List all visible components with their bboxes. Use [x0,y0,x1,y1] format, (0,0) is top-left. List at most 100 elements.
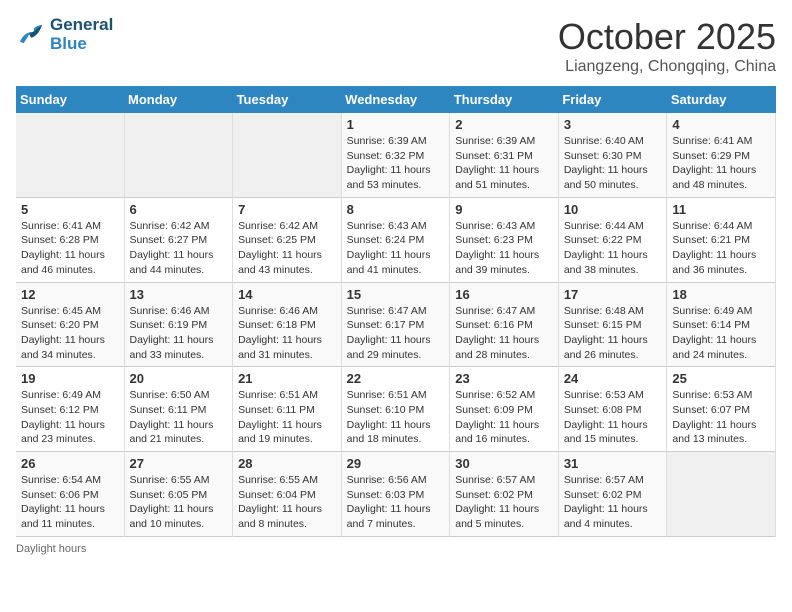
day-number: 31 [564,456,662,471]
calendar-cell: 25Sunrise: 6:53 AMSunset: 6:07 PMDayligh… [667,367,776,452]
day-number: 28 [238,456,336,471]
day-info: Sunrise: 6:53 AMSunset: 6:07 PMDaylight:… [672,388,770,447]
day-info: Sunrise: 6:54 AMSunset: 6:06 PMDaylight:… [21,473,119,532]
calendar-cell: 16Sunrise: 6:47 AMSunset: 6:16 PMDayligh… [450,282,559,367]
header-day-friday: Friday [558,86,667,113]
day-info: Sunrise: 6:51 AMSunset: 6:10 PMDaylight:… [347,388,445,447]
calendar-cell [667,452,776,537]
logo-icon [16,23,46,47]
day-number: 11 [672,202,770,217]
calendar-cell: 5Sunrise: 6:41 AMSunset: 6:28 PMDaylight… [16,197,124,282]
day-number: 19 [21,371,119,386]
day-number: 6 [130,202,228,217]
header-day-wednesday: Wednesday [341,86,450,113]
day-number: 2 [455,117,553,132]
day-info: Sunrise: 6:49 AMSunset: 6:14 PMDaylight:… [672,304,770,363]
day-info: Sunrise: 6:56 AMSunset: 6:03 PMDaylight:… [347,473,445,532]
calendar-cell: 17Sunrise: 6:48 AMSunset: 6:15 PMDayligh… [558,282,667,367]
day-number: 18 [672,287,770,302]
daylight-label: Daylight hours [16,543,86,555]
day-number: 8 [347,202,445,217]
logo-text: General Blue [50,16,113,53]
day-number: 12 [21,287,119,302]
calendar-cell: 29Sunrise: 6:56 AMSunset: 6:03 PMDayligh… [341,452,450,537]
day-number: 3 [564,117,662,132]
week-row-5: 26 Sunrise: 6:54 AMSunset: 6:06 PMDayligh… [16,452,776,537]
calendar-cell: 13 Sunrise: 6:46 AMSunset: 6:19 PMDayligh… [124,282,233,367]
calendar-cell: 4 Sunrise: 6:41 AMSunset: 6:29 PMDaylight… [667,113,776,197]
calendar-cell: 18 Sunrise: 6:49 AMSunset: 6:14 PMDayligh… [667,282,776,367]
calendar-cell: 12 Sunrise: 6:45 AMSunset: 6:20 PMDayligh… [16,282,124,367]
header-day-thursday: Thursday [450,86,559,113]
header-row: SundayMondayTuesdayWednesdayThursdayFrid… [16,86,776,113]
footer: Daylight hours [16,543,776,555]
calendar-cell: 26 Sunrise: 6:54 AMSunset: 6:06 PMDayligh… [16,452,124,537]
header-day-sunday: Sunday [16,86,124,113]
calendar-cell: 22 Sunrise: 6:51 AMSunset: 6:10 PMDayligh… [341,367,450,452]
calendar-cell: 7 Sunrise: 6:42 AMSunset: 6:25 PMDaylight… [233,197,342,282]
day-info: Sunrise: 6:55 AMSunset: 6:05 PMDaylight:… [130,473,228,532]
day-info: Sunrise: 6:39 AMSunset: 6:32 PMDaylight:… [347,134,445,193]
calendar-cell: 3 Sunrise: 6:40 AMSunset: 6:30 PMDaylight… [558,113,667,197]
header-day-monday: Monday [124,86,233,113]
day-number: 7 [238,202,336,217]
day-info: Sunrise: 6:42 AMSunset: 6:25 PMDaylight:… [238,219,336,278]
calendar-table: SundayMondayTuesdayWednesdayThursdayFrid… [16,86,776,537]
calendar-cell: 19Sunrise: 6:49 AMSunset: 6:12 PMDayligh… [16,367,124,452]
day-info: Sunrise: 6:40 AMSunset: 6:30 PMDaylight:… [564,134,662,193]
day-info: Sunrise: 6:43 AMSunset: 6:24 PMDaylight:… [347,219,445,278]
day-number: 14 [238,287,336,302]
logo: General Blue [16,16,113,53]
day-number: 30 [455,456,553,471]
day-info: Sunrise: 6:51 AMSunset: 6:11 PMDaylight:… [238,388,336,447]
calendar-cell: 14 Sunrise: 6:46 AMSunset: 6:18 PMDayligh… [233,282,342,367]
day-info: Sunrise: 6:53 AMSunset: 6:08 PMDaylight:… [564,388,662,447]
calendar-cell: 24 Sunrise: 6:53 AMSunset: 6:08 PMDayligh… [558,367,667,452]
calendar-cell: 9Sunrise: 6:43 AMSunset: 6:23 PMDaylight… [450,197,559,282]
calendar-cell: 31 Sunrise: 6:57 AMSunset: 6:02 PMDayligh… [558,452,667,537]
day-info: Sunrise: 6:57 AMSunset: 6:02 PMDaylight:… [455,473,553,532]
day-number: 13 [130,287,228,302]
day-number: 22 [347,371,445,386]
calendar-cell: 10Sunrise: 6:44 AMSunset: 6:22 PMDayligh… [558,197,667,282]
calendar-cell [16,113,124,197]
day-number: 23 [455,371,553,386]
day-info: Sunrise: 6:42 AMSunset: 6:27 PMDaylight:… [130,219,228,278]
calendar-cell: 28Sunrise: 6:55 AMSunset: 6:04 PMDayligh… [233,452,342,537]
calendar-cell: 15 Sunrise: 6:47 AMSunset: 6:17 PMDayligh… [341,282,450,367]
day-info: Sunrise: 6:39 AMSunset: 6:31 PMDaylight:… [455,134,553,193]
day-number: 21 [238,371,336,386]
calendar-cell [124,113,233,197]
week-row-1: 1 Sunrise: 6:39 AMSunset: 6:32 PMDaylight… [16,113,776,197]
day-info: Sunrise: 6:47 AMSunset: 6:16 PMDaylight:… [455,304,553,363]
day-number: 1 [347,117,445,132]
location: Liangzeng, Chongqing, China [558,58,776,76]
day-number: 4 [672,117,770,132]
day-number: 24 [564,371,662,386]
day-number: 9 [455,202,553,217]
week-row-2: 5Sunrise: 6:41 AMSunset: 6:28 PMDaylight… [16,197,776,282]
day-info: Sunrise: 6:57 AMSunset: 6:02 PMDaylight:… [564,473,662,532]
day-info: Sunrise: 6:44 AMSunset: 6:22 PMDaylight:… [564,219,662,278]
calendar-cell: 21 Sunrise: 6:51 AMSunset: 6:11 PMDayligh… [233,367,342,452]
day-info: Sunrise: 6:50 AMSunset: 6:11 PMDaylight:… [130,388,228,447]
day-info: Sunrise: 6:46 AMSunset: 6:19 PMDaylight:… [130,304,228,363]
day-info: Sunrise: 6:41 AMSunset: 6:29 PMDaylight:… [672,134,770,193]
page-header: General Blue October 2025 Liangzeng, Cho… [16,16,776,76]
calendar-cell: 1 Sunrise: 6:39 AMSunset: 6:32 PMDaylight… [341,113,450,197]
day-info: Sunrise: 6:48 AMSunset: 6:15 PMDaylight:… [564,304,662,363]
day-number: 20 [130,371,228,386]
day-number: 5 [21,202,119,217]
title-section: October 2025 Liangzeng, Chongqing, China [558,16,776,76]
day-info: Sunrise: 6:47 AMSunset: 6:17 PMDaylight:… [347,304,445,363]
week-row-3: 12 Sunrise: 6:45 AMSunset: 6:20 PMDayligh… [16,282,776,367]
week-row-4: 19Sunrise: 6:49 AMSunset: 6:12 PMDayligh… [16,367,776,452]
calendar-cell: 11 Sunrise: 6:44 AMSunset: 6:21 PMDayligh… [667,197,776,282]
day-info: Sunrise: 6:44 AMSunset: 6:21 PMDaylight:… [672,219,770,278]
day-info: Sunrise: 6:46 AMSunset: 6:18 PMDaylight:… [238,304,336,363]
header-day-tuesday: Tuesday [233,86,342,113]
month-title: October 2025 [558,16,776,58]
day-number: 26 [21,456,119,471]
day-info: Sunrise: 6:45 AMSunset: 6:20 PMDaylight:… [21,304,119,363]
day-number: 15 [347,287,445,302]
